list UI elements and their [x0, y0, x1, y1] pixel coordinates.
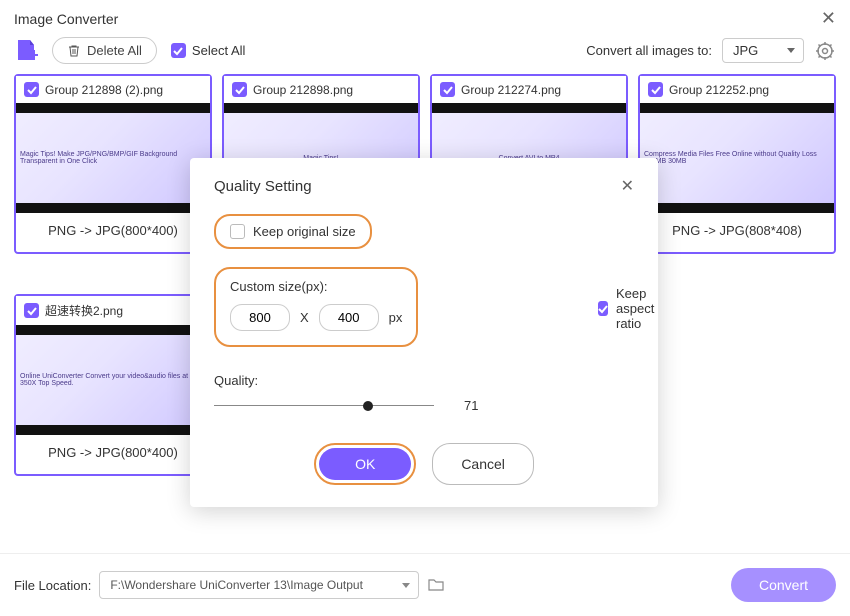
file-card[interactable]: 超速转换2.png Online UniConverter Convert yo… — [14, 294, 212, 476]
file-name: Group 212274.png — [461, 83, 561, 97]
file-thumbnail: Magic Tips! Make JPG/PNG/BMP/GIF Backgro… — [16, 103, 210, 213]
file-checkbox[interactable] — [24, 303, 39, 318]
file-name: Group 212252.png — [669, 83, 769, 97]
checkbox-unchecked-icon — [230, 224, 245, 239]
file-location-label: File Location: — [14, 578, 91, 593]
file-card[interactable]: Group 212252.png Compress Media Files Fr… — [638, 74, 836, 254]
close-icon[interactable]: ✕ — [821, 8, 836, 29]
by-label: X — [300, 310, 309, 325]
add-file-icon[interactable] — [14, 38, 38, 64]
file-checkbox[interactable] — [648, 82, 663, 97]
folder-icon[interactable] — [427, 576, 445, 594]
cancel-button[interactable]: Cancel — [432, 443, 534, 485]
select-all-label: Select All — [192, 43, 245, 58]
file-thumbnail: Online UniConverter Convert your video&a… — [16, 325, 210, 435]
toolbar: Delete All Select All Convert all images… — [0, 33, 850, 74]
file-checkbox[interactable] — [24, 82, 39, 97]
file-name: Group 212898 (2).png — [45, 83, 163, 97]
keep-aspect-ratio-checkbox[interactable]: Keep aspect ratio — [598, 286, 659, 331]
dialog-close-icon[interactable]: ✕ — [621, 176, 634, 196]
keep-original-size-option[interactable]: Keep original size — [214, 214, 372, 249]
file-conversion: PNG -> JPG(800*400) — [16, 435, 210, 474]
quality-setting-dialog: Quality Setting ✕ Keep original size Cus… — [190, 158, 658, 507]
ok-button[interactable]: OK — [319, 448, 411, 480]
file-checkbox[interactable] — [232, 82, 247, 97]
quality-label: Quality: — [214, 373, 634, 388]
dialog-title: Quality Setting — [214, 178, 312, 195]
trash-icon — [67, 44, 81, 58]
convert-button[interactable]: Convert — [731, 568, 836, 602]
height-input[interactable] — [319, 304, 379, 331]
file-thumbnail: Compress Media Files Free Online without… — [640, 103, 834, 213]
aspect-label: Keep aspect ratio — [616, 286, 659, 331]
quality-value: 71 — [464, 398, 478, 413]
gear-icon[interactable] — [814, 40, 836, 62]
convert-to-label: Convert all images to: — [586, 43, 712, 58]
app-title: Image Converter — [14, 11, 118, 27]
file-conversion: PNG -> JPG(808*408) — [640, 213, 834, 252]
select-all-checkbox[interactable]: Select All — [171, 43, 245, 58]
footer: File Location: F:\Wondershare UniConvert… — [0, 553, 850, 616]
quality-slider[interactable] — [214, 399, 434, 413]
file-conversion: PNG -> JPG(800*400) — [16, 213, 210, 252]
custom-size-group: Custom size(px): X px — [214, 267, 418, 347]
checkbox-checked-icon — [171, 43, 186, 58]
file-name: 超速转换2.png — [45, 302, 123, 319]
slider-thumb[interactable] — [363, 401, 373, 411]
file-location-select[interactable]: F:\Wondershare UniConverter 13\Image Out… — [99, 571, 419, 599]
ok-button-highlight: OK — [314, 443, 416, 485]
width-input[interactable] — [230, 304, 290, 331]
format-select[interactable]: JPG — [722, 38, 804, 63]
px-label: px — [389, 310, 403, 325]
file-checkbox[interactable] — [440, 82, 455, 97]
file-name: Group 212898.png — [253, 83, 353, 97]
checkbox-checked-icon — [598, 301, 608, 316]
delete-all-button[interactable]: Delete All — [52, 37, 157, 64]
keep-original-label: Keep original size — [253, 224, 356, 239]
custom-size-label: Custom size(px): — [230, 279, 402, 294]
delete-all-label: Delete All — [87, 43, 142, 58]
file-card[interactable]: Group 212898 (2).png Magic Tips! Make JP… — [14, 74, 212, 254]
